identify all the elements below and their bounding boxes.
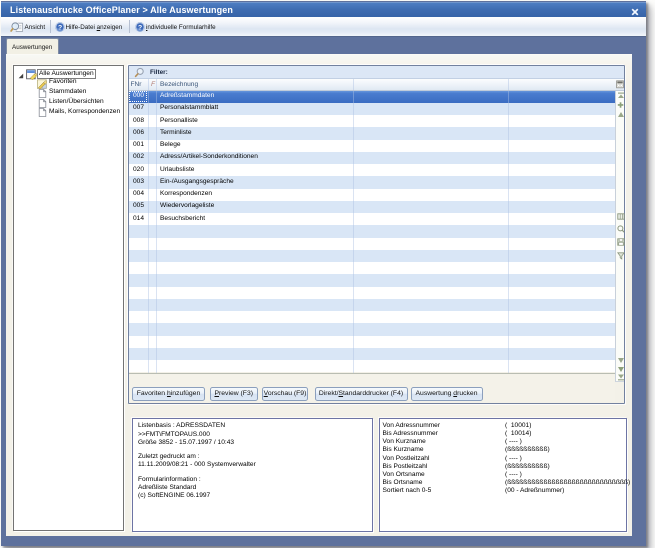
svg-text:?: ? [138,24,142,31]
svg-text:?: ? [58,24,62,31]
